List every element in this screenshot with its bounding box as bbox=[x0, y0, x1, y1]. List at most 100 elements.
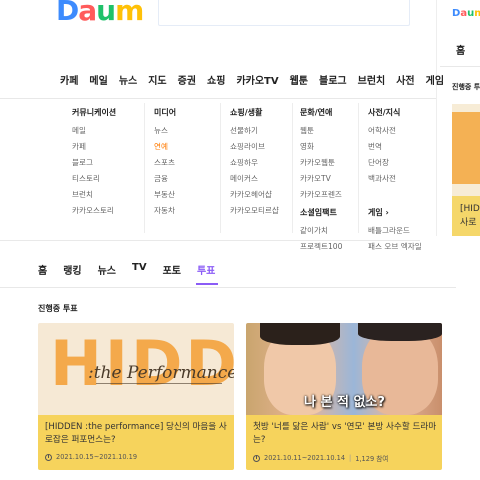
card-title: [HID 사로 bbox=[460, 202, 480, 230]
card-meta: 2021.10.15~2021.10.19 bbox=[45, 453, 137, 461]
nav-item-cafe[interactable]: 카페 bbox=[60, 72, 78, 90]
dropdown-item[interactable]: 영화 bbox=[300, 139, 342, 155]
dropdown-item[interactable]: 카카오헤어샵 bbox=[230, 187, 279, 203]
dropdown-item[interactable]: 스포츠 bbox=[154, 155, 176, 171]
dropdown-item[interactable]: 부동산 bbox=[154, 187, 176, 203]
tabs-divider bbox=[0, 287, 456, 288]
card-date: 2021.10.11~2021.10.14 bbox=[264, 454, 346, 462]
dropdown-item[interactable]: 금융 bbox=[154, 171, 176, 187]
active-tab-indicator bbox=[196, 283, 218, 285]
logo-letter: a bbox=[78, 0, 97, 27]
nav-item-game[interactable]: 게임 bbox=[426, 72, 444, 90]
dropdown-item[interactable]: 뉴스 bbox=[154, 123, 176, 139]
card-body: [HIDDEN :the performance] 당신의 마음을 사로잡은 퍼… bbox=[38, 415, 234, 470]
dropdown-item[interactable]: 선물하기 bbox=[230, 123, 279, 139]
nav-item-dictionary[interactable]: 사전 bbox=[396, 72, 414, 90]
dropdown-item[interactable]: 카카오모티르샵 bbox=[230, 203, 279, 219]
search-input[interactable] bbox=[158, 0, 410, 26]
column-heading: 미디어 bbox=[154, 108, 177, 117]
card-thumbnail: 나 본 적 없소? bbox=[246, 323, 442, 415]
tab-home[interactable]: 홈 bbox=[38, 262, 47, 277]
tab-home-right[interactable]: 홈 bbox=[456, 42, 465, 57]
thumbnail-caption: 나 본 적 없소? bbox=[304, 395, 385, 410]
card-date: 2021.10.15~2021.10.19 bbox=[56, 453, 138, 461]
dropdown-item[interactable]: 카카오TV bbox=[300, 171, 342, 187]
dropdown-item[interactable]: 카카오스토리 bbox=[72, 203, 116, 219]
section-title: 진행중 투표 bbox=[38, 304, 78, 313]
column-divider bbox=[358, 103, 359, 233]
card-thumbnail bbox=[452, 104, 480, 196]
section-title-right: 진행중 투 bbox=[452, 83, 480, 91]
daum-logo-small[interactable]: Daum bbox=[452, 8, 480, 19]
section-tabs: 홈 랭킹 뉴스 TV 포토 투표 bbox=[38, 262, 215, 277]
dropdown-item[interactable]: 티스토리 bbox=[72, 171, 116, 187]
dropdown-item[interactable]: 쇼핑라이브 bbox=[230, 139, 279, 155]
dropdown-item[interactable]: 메일 bbox=[72, 123, 116, 139]
column-divider bbox=[436, 0, 437, 236]
tab-vote[interactable]: 투표 bbox=[197, 262, 215, 277]
tab-news[interactable]: 뉴스 bbox=[98, 262, 116, 277]
nav-item-shopping[interactable]: 쇼핑 bbox=[207, 72, 225, 90]
column-heading: 사전/지식 bbox=[368, 108, 401, 117]
nav-item-news[interactable]: 뉴스 bbox=[119, 72, 137, 90]
column-heading: 소셜임팩트 bbox=[300, 208, 337, 217]
dropdown-column-shopping: 쇼핑/생활 선물하기 쇼핑라이브 쇼핑하우 메이커스 카카오헤어샵 카카오모티르… bbox=[230, 107, 279, 219]
clock-icon bbox=[45, 453, 52, 461]
card-title[interactable]: 첫방 '너를 닮은 사람' vs '연모' 본방 사수할 드라마는? bbox=[253, 421, 437, 447]
dropdown-item-active[interactable]: 연예 bbox=[154, 139, 176, 155]
nav-item-brunch[interactable]: 브런치 bbox=[358, 72, 386, 90]
nav-item-kakaotv[interactable]: 카카오TV bbox=[236, 72, 278, 90]
tab-tv[interactable]: TV bbox=[132, 262, 147, 277]
nav-item-map[interactable]: 지도 bbox=[148, 72, 166, 90]
column-divider bbox=[220, 103, 221, 233]
nav-item-webtoon[interactable]: 웹툰 bbox=[290, 72, 308, 90]
dropdown-item[interactable]: 블로그 bbox=[72, 155, 116, 171]
nav-item-stock[interactable]: 증권 bbox=[178, 72, 196, 90]
dropdown-item[interactable]: 카페 bbox=[72, 139, 116, 155]
dropdown-item[interactable]: 카카오프렌즈 bbox=[300, 187, 342, 203]
poll-card-drama[interactable]: 나 본 적 없소? 첫방 '너를 닮은 사람' vs '연모' 본방 사수할 드… bbox=[246, 323, 442, 470]
dropdown-item[interactable]: 자동차 bbox=[154, 203, 176, 219]
card-title-line: [HID bbox=[460, 204, 480, 214]
tab-ranking[interactable]: 랭킹 bbox=[63, 262, 81, 277]
card-participants: 1,129 참여 bbox=[355, 455, 389, 463]
dropdown-item[interactable]: 단어장 bbox=[368, 155, 422, 171]
dropdown-item[interactable]: 메이커스 bbox=[230, 171, 279, 187]
dropdown-item[interactable]: 어학사전 bbox=[368, 123, 422, 139]
poll-card-partial[interactable]: [HID 사로 bbox=[452, 104, 480, 236]
dropdown-item[interactable]: 같이가치 bbox=[300, 223, 342, 239]
dropdown-item[interactable]: 배틀그라운드 bbox=[368, 223, 422, 239]
dropdown-item[interactable]: 브런치 bbox=[72, 187, 116, 203]
page: Daum 카페 메일 뉴스 지도 증권 쇼핑 카카오TV 웹툰 블로그 브런치 … bbox=[0, 0, 480, 480]
daum-logo[interactable]: Daum bbox=[56, 0, 144, 27]
thumbnail-subtitle: :the Performance bbox=[88, 363, 234, 383]
dropdown-item[interactable]: 프로젝트100 bbox=[300, 239, 342, 255]
meta-separator: | bbox=[349, 454, 352, 462]
dropdown-item[interactable]: 번역 bbox=[368, 139, 422, 155]
logo-letter: u bbox=[96, 0, 116, 27]
dropdown-item[interactable]: 카카오웹툰 bbox=[300, 155, 342, 171]
tab-photo[interactable]: 포토 bbox=[163, 262, 181, 277]
column-heading: 문화/연애 bbox=[300, 108, 333, 117]
nav-item-mail[interactable]: 메일 bbox=[89, 72, 107, 90]
logo-letter: D bbox=[56, 0, 79, 27]
nav-item-blog[interactable]: 블로그 bbox=[319, 72, 347, 90]
divider bbox=[440, 66, 480, 67]
card-title[interactable]: [HIDDEN :the performance] 당신의 마음을 사로잡은 퍼… bbox=[45, 421, 229, 447]
thumbnail-hair bbox=[260, 323, 340, 345]
main-nav: 카페 메일 뉴스 지도 증권 쇼핑 카카오TV 웹툰 블로그 브런치 사전 게임 bbox=[60, 72, 444, 90]
poll-card-hidden[interactable]: HIDDEN :the Performance [HIDDEN :the per… bbox=[38, 323, 234, 470]
dropdown-item[interactable]: 웹툰 bbox=[300, 123, 342, 139]
column-heading: 쇼핑/생활 bbox=[230, 108, 263, 117]
dropdown-column-culture: 문화/연애 웹툰 영화 카카오웹툰 카카오TV 카카오프렌즈 소셜임팩트 같이가… bbox=[300, 107, 342, 255]
dropdown-item[interactable]: 패스 오브 엑자일 bbox=[368, 239, 422, 255]
column-divider bbox=[292, 103, 293, 233]
card-body: 첫방 '너를 닮은 사람' vs '연모' 본방 사수할 드라마는? 2021.… bbox=[246, 415, 442, 470]
dropdown-item[interactable]: 백과사전 bbox=[368, 171, 422, 187]
logo-letter: m bbox=[474, 8, 480, 19]
logo-letter: m bbox=[115, 0, 144, 27]
card-title-line: 사로 bbox=[460, 218, 477, 228]
dropdown-item[interactable]: 쇼핑하우 bbox=[230, 155, 279, 171]
column-heading[interactable]: 게임 › bbox=[368, 207, 422, 223]
card-meta: 2021.10.11~2021.10.14 | 1,129 참여 bbox=[253, 453, 388, 463]
